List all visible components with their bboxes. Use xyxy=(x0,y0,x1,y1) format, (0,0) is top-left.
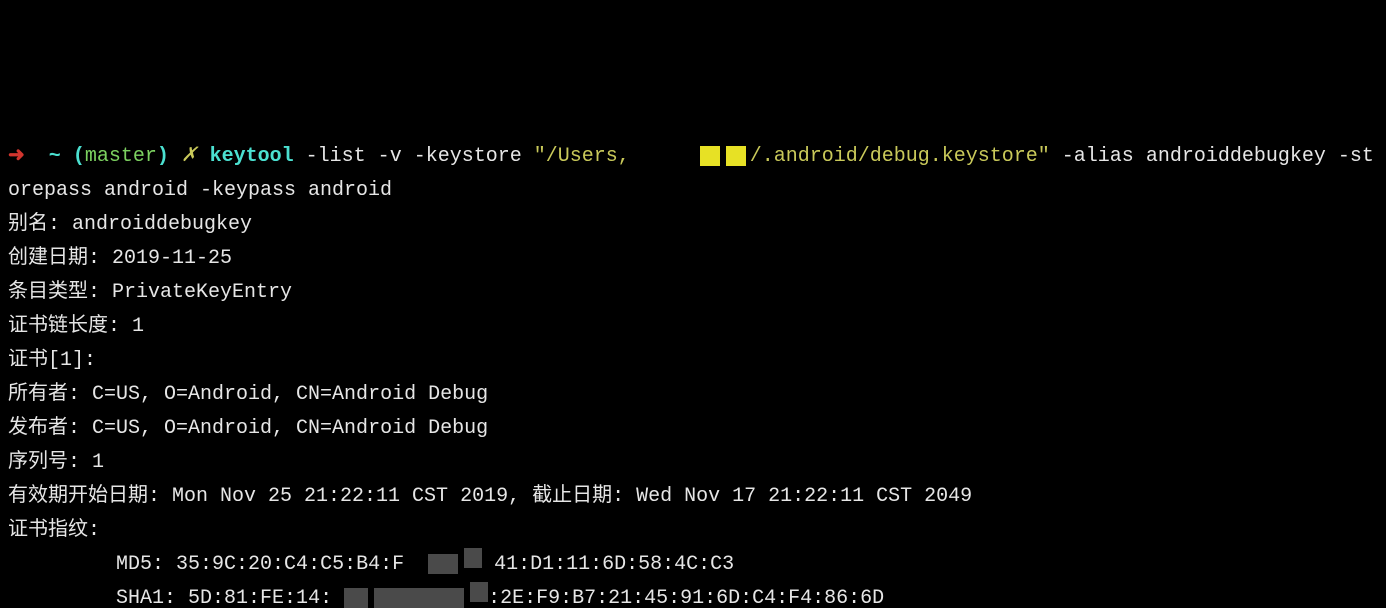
redacted-md5-1 xyxy=(428,554,458,574)
output-chain-len: 证书链长度: 1 xyxy=(8,315,144,338)
redacted-md5-2 xyxy=(464,548,482,568)
prompt-status: ✗ xyxy=(181,145,198,168)
created-value: 2019-11-25 xyxy=(100,247,232,270)
sha1-pre: SHA1: 5D:81:FE:14: xyxy=(8,587,344,608)
owner-value: C=US, O=Android, CN=Android Debug xyxy=(80,383,488,406)
output-alias: 别名: androiddebugkey xyxy=(8,213,252,236)
created-label: 创建日期: xyxy=(8,247,100,270)
redacted-sha1-2 xyxy=(374,588,464,608)
valid-label: 有效期开始日期: xyxy=(8,485,160,508)
redacted-username-2 xyxy=(726,146,746,166)
entry-type-value: PrivateKeyEntry xyxy=(100,281,292,304)
chain-len-label: 证书链长度: xyxy=(8,315,120,338)
output-md5: MD5: 35:9C:20:C4:C5:B4:F 41:D1:11:6D:58:… xyxy=(8,553,734,576)
command-line[interactable]: keytool -list -v -keystore "/Users, /.and… xyxy=(8,145,1374,202)
output-created: 创建日期: 2019-11-25 xyxy=(8,247,232,270)
issuer-label: 发布者: xyxy=(8,417,80,440)
serial-value: 1 xyxy=(80,451,104,474)
command-path-pre: "/Users, xyxy=(534,145,630,168)
owner-label: 所有者: xyxy=(8,383,80,406)
md5-post: 41:D1:11:6D:58:4C:C3 xyxy=(482,553,734,576)
output-cert-header: 证书[1]: xyxy=(8,349,96,372)
entry-type-label: 条目类型: xyxy=(8,281,100,304)
alias-label: 别名: xyxy=(8,213,60,236)
output-entry-type: 条目类型: PrivateKeyEntry xyxy=(8,281,292,304)
md5-pre: MD5: 35:9C:20:C4:C5:B4:F xyxy=(8,553,404,576)
prompt: ➜ ~ (master) ✗ xyxy=(8,145,198,168)
alias-value: androiddebugkey xyxy=(60,213,252,236)
command-path-post: /.android/debug.keystore" xyxy=(750,145,1050,168)
branch-name: master xyxy=(85,145,157,168)
branch-close: ) xyxy=(157,145,169,168)
serial-label: 序列号: xyxy=(8,451,80,474)
output-owner: 所有者: C=US, O=Android, CN=Android Debug xyxy=(8,383,488,406)
issuer-value: C=US, O=Android, CN=Android Debug xyxy=(80,417,488,440)
prompt-path: ~ xyxy=(49,145,61,168)
output-issuer: 发布者: C=US, O=Android, CN=Android Debug xyxy=(8,417,488,440)
chain-len-value: 1 xyxy=(120,315,144,338)
prompt-arrow: ➜ xyxy=(8,145,25,168)
output-serial: 序列号: 1 xyxy=(8,451,104,474)
terminal-screen[interactable]: ➜ ~ (master) ✗ keytool -list -v -keystor… xyxy=(8,145,1374,608)
sha1-post: :2E:F9:B7:21:45:91:6D:C4:F4:86:6D xyxy=(488,587,884,608)
redacted-sha1-1 xyxy=(344,588,368,608)
redacted-username-1 xyxy=(700,146,720,166)
output-validity: 有效期开始日期: Mon Nov 25 21:22:11 CST 2019, 截… xyxy=(8,485,972,508)
branch-open: ( xyxy=(73,145,85,168)
valid-value: Mon Nov 25 21:22:11 CST 2019, 截止日期: Wed … xyxy=(160,485,972,508)
output-fingerprint-label: 证书指纹: xyxy=(8,519,100,542)
command-args-before: -list -v -keystore xyxy=(294,145,534,168)
command-program: keytool xyxy=(210,145,294,168)
output-sha1: SHA1: 5D:81:FE:14: :2E:F9:B7:21:45:91:6D… xyxy=(8,587,884,608)
redacted-sha1-3 xyxy=(470,582,488,602)
